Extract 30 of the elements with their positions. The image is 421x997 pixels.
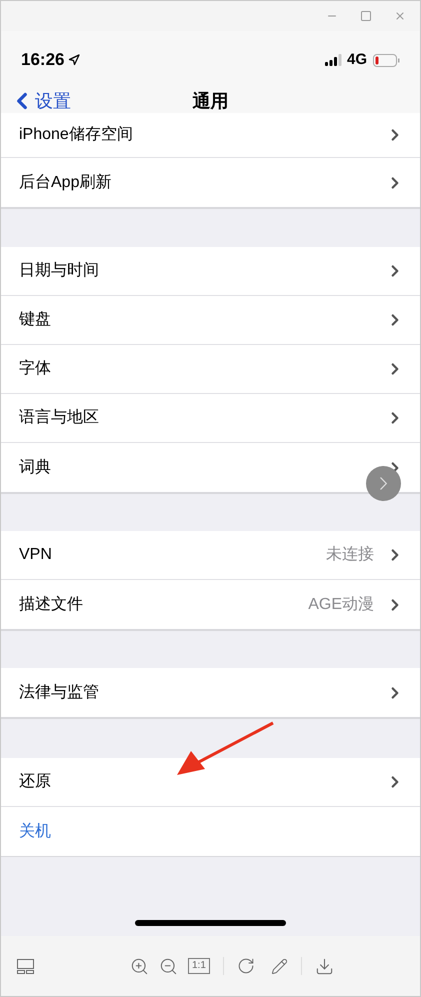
row-label: 日期与时间 bbox=[19, 260, 99, 281]
battery-icon bbox=[373, 54, 400, 66]
row-label: 键盘 bbox=[19, 310, 51, 330]
zoom-in-icon[interactable] bbox=[130, 956, 149, 976]
row-label: iPhone储存空间 bbox=[19, 124, 133, 145]
row-label: 关机 bbox=[19, 822, 51, 842]
back-button[interactable]: 设置 bbox=[9, 89, 71, 113]
layout-icon[interactable] bbox=[17, 958, 34, 974]
nav-title: 通用 bbox=[192, 90, 228, 112]
row-label: 字体 bbox=[19, 358, 51, 379]
row-value: 未连接 bbox=[326, 544, 374, 565]
row-label: 语言与地区 bbox=[19, 408, 99, 428]
network-label: 4G bbox=[346, 50, 367, 70]
status-time: 16:26 bbox=[21, 49, 64, 72]
actual-size-button[interactable]: 1:1 bbox=[188, 958, 210, 974]
row-label: 还原 bbox=[19, 772, 51, 792]
location-icon bbox=[68, 54, 80, 66]
row-label: 词典 bbox=[19, 458, 51, 478]
row-label: 后台App刷新 bbox=[19, 172, 112, 192]
download-icon[interactable] bbox=[314, 956, 334, 976]
row-label: 描述文件 bbox=[19, 594, 83, 614]
close-icon[interactable] bbox=[394, 10, 406, 22]
signal-icon bbox=[324, 54, 342, 66]
maximize-icon[interactable] bbox=[360, 10, 372, 22]
row-label: VPN bbox=[19, 545, 52, 565]
pencil-icon[interactable] bbox=[270, 958, 288, 974]
row-label: 法律与监管 bbox=[19, 682, 99, 702]
row-value: AGE动漫 bbox=[308, 594, 374, 614]
zoom-out-icon[interactable] bbox=[159, 956, 178, 976]
rotate-icon[interactable] bbox=[236, 957, 255, 975]
